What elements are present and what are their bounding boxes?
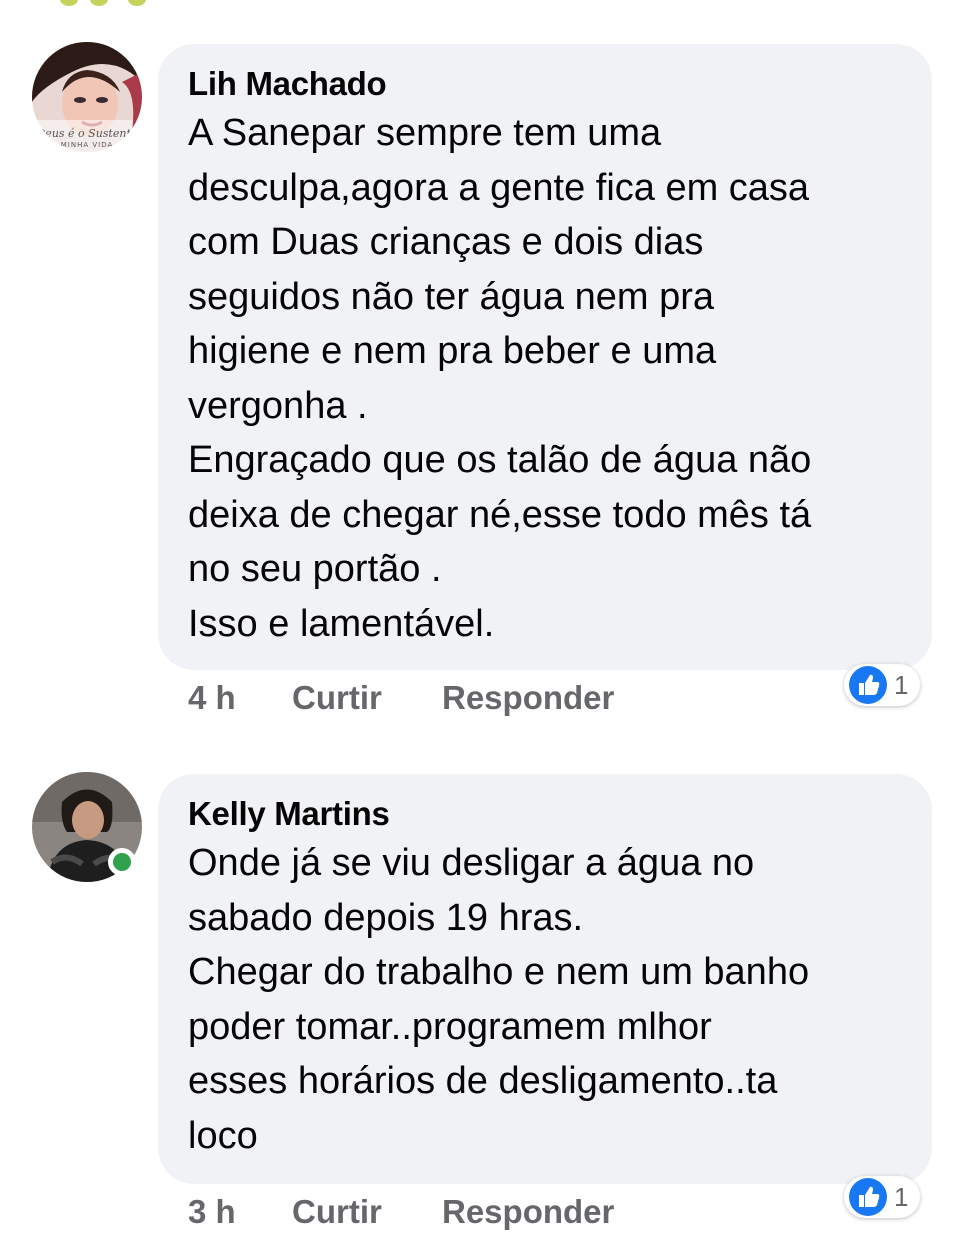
comment-author[interactable]: Lih Machado (188, 64, 902, 104)
comment-timestamp[interactable]: 3 h (188, 1193, 292, 1231)
comment-line: Onde já se viu desligar a água no (188, 842, 755, 884)
reply-button[interactable]: Responder (442, 1193, 614, 1231)
svg-text:MINHA VIDA: MINHA VIDA (61, 141, 114, 149)
comment-actions: 3 h Curtir Responder (188, 1192, 614, 1232)
top-strip (0, 0, 960, 10)
comment-line: A Sanepar sempre tem uma (188, 112, 662, 154)
comment-line: seguidos não ter água nem pra (188, 275, 715, 318)
comment-line: esses horários de desligamento..ta (188, 1060, 778, 1102)
comment-line: loco (188, 1114, 258, 1157)
like-button[interactable]: Curtir (292, 679, 442, 717)
comment-line: sabado depois 19 hras. (188, 896, 584, 939)
comment-bubble: Lih Machado A Sanepar sempre tem uma des… (158, 44, 932, 670)
comment-text: Onde já se viu desligar a água no sabado… (188, 836, 902, 1163)
like-icon (849, 666, 887, 704)
comment-timestamp[interactable]: 4 h (188, 679, 292, 717)
comment-line: Isso e lamentável. (188, 602, 495, 645)
comment-author[interactable]: Kelly Martins (188, 794, 902, 834)
comment-line: vergonha . (188, 384, 368, 427)
online-status-indicator (108, 848, 136, 876)
like-button[interactable]: Curtir (292, 1193, 442, 1231)
reaction-count: 1 (894, 1181, 909, 1212)
comment-line: desculpa,agora a gente fica em casa (188, 166, 810, 209)
avatar[interactable]: Deus é o Sustento MINHA VIDA (32, 42, 142, 152)
reaction-summary[interactable]: 1 (844, 1176, 921, 1218)
comment-line: deixa de chegar né,esse todo mês tá (188, 493, 812, 536)
comment-text: A Sanepar sempre tem uma desculpa,agora … (188, 106, 902, 651)
comment-line: no seu portão . (188, 548, 442, 590)
like-icon (849, 1178, 887, 1216)
comment-bubble: Kelly Martins Onde já se viu desligar a … (158, 774, 932, 1184)
comment-line: com Duas crianças e dois dias (188, 221, 704, 263)
avatar-overlay-text: Deus é o Sustento (35, 127, 137, 140)
reaction-count: 1 (894, 669, 909, 700)
comment-line: poder tomar..programem mlhor (188, 1005, 712, 1048)
reaction-dot (60, 0, 78, 6)
reply-button[interactable]: Responder (442, 679, 614, 717)
reaction-dot (128, 0, 146, 6)
comment-actions: 4 h Curtir Responder (188, 678, 614, 718)
comment-line: Chegar do trabalho e nem um banho (188, 951, 810, 993)
comment-line: Engraçado que os talão de água não (188, 439, 812, 481)
reaction-dot (90, 0, 108, 6)
reaction-summary[interactable]: 1 (844, 664, 921, 706)
comment-line: higiene e nem pra beber e uma (188, 330, 717, 372)
